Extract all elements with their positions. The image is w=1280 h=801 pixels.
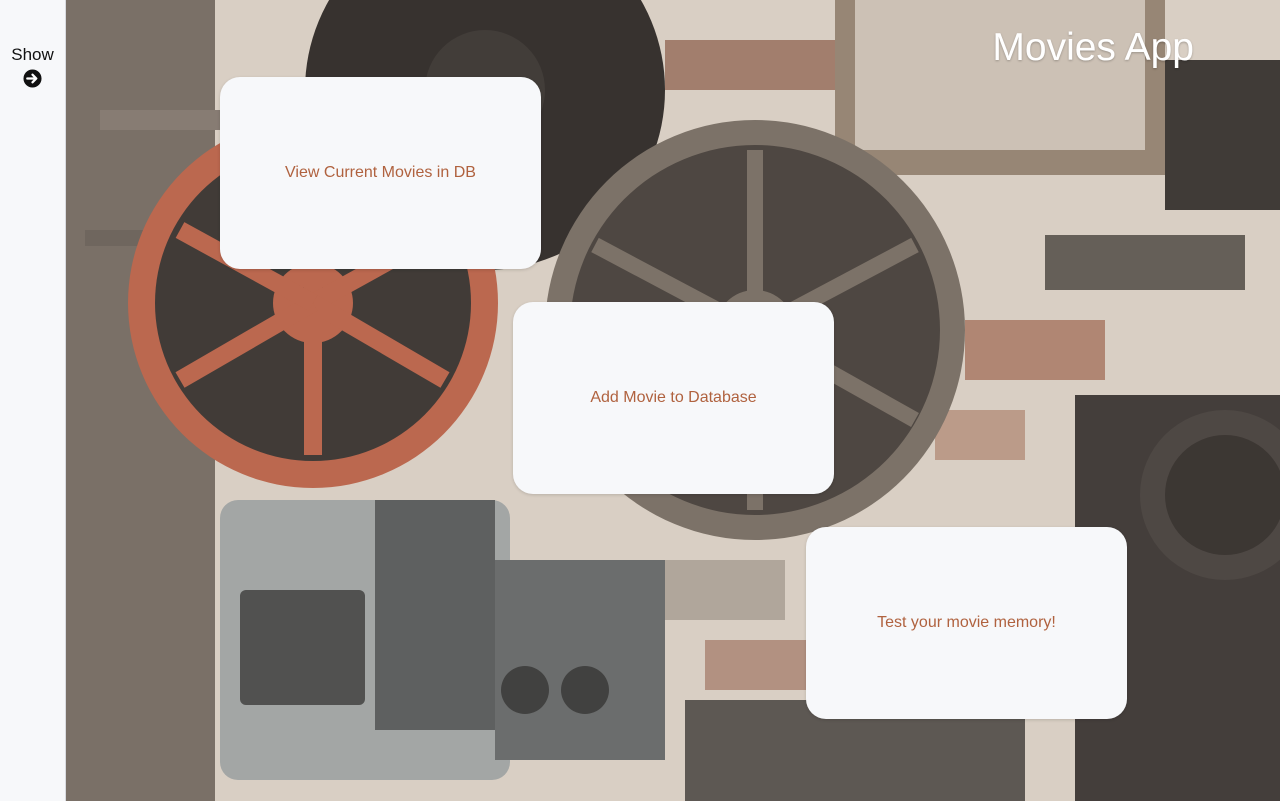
movie-memory-quiz-label: Test your movie memory! [877,614,1056,631]
arrow-right-circle-icon [23,69,42,88]
sidebar-show-toggle[interactable]: Show [0,44,65,93]
sidebar: Show [0,0,66,801]
sidebar-show-label: Show [11,45,54,64]
add-movie-label: Add Movie to Database [590,389,757,406]
movie-memory-quiz-card[interactable]: Test your movie memory! [806,527,1127,719]
view-movies-label: View Current Movies in DB [285,164,476,181]
page-title: Movies App [992,26,1194,69]
view-movies-card[interactable]: View Current Movies in DB [220,77,541,269]
app-root: Show Movies App View Current Movies in D… [0,0,1280,801]
add-movie-card[interactable]: Add Movie to Database [513,302,834,494]
